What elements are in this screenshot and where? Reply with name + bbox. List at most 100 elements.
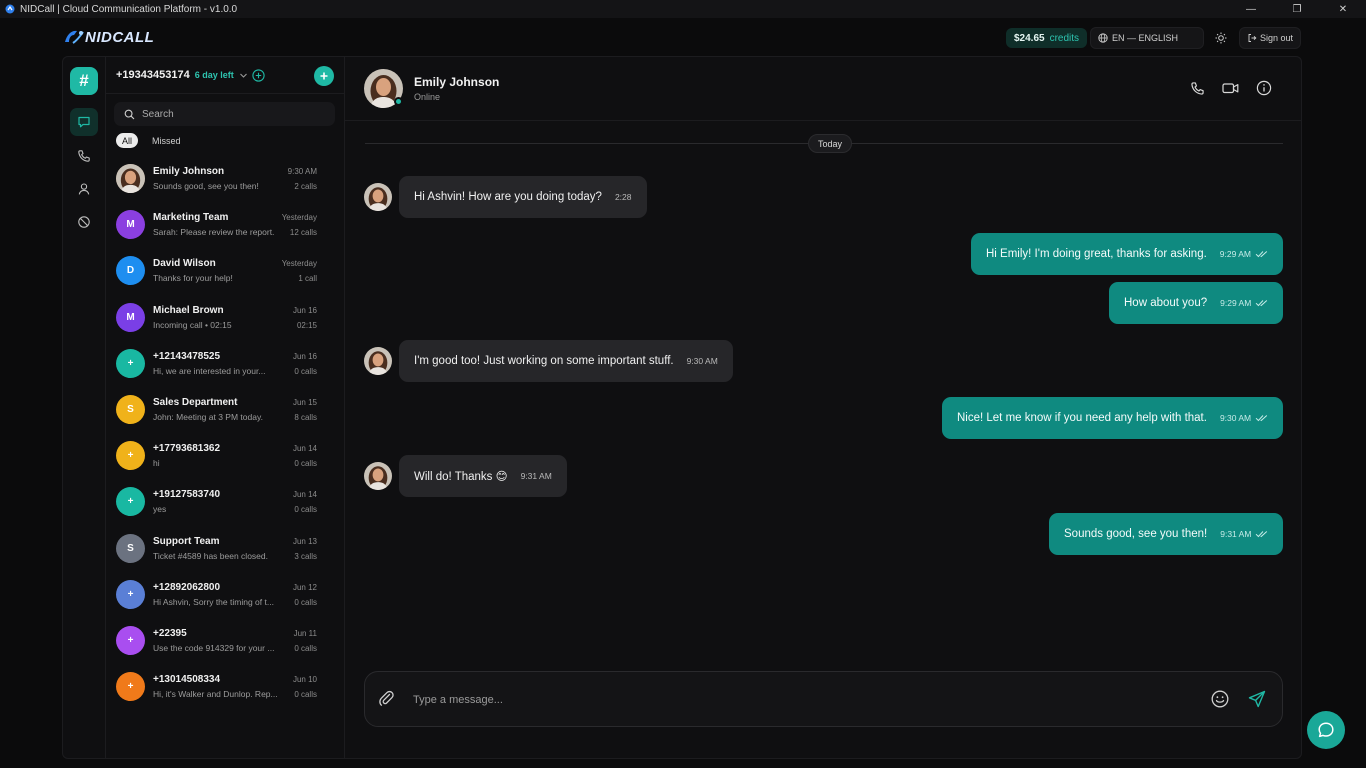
conversation-item[interactable]: + +19127583740 yes Jun 14 0 calls <box>106 480 345 526</box>
sign-out-button[interactable]: Sign out <box>1239 27 1301 49</box>
minimize-button[interactable]: — <box>1228 0 1274 18</box>
message-avatar <box>364 347 392 375</box>
account-number[interactable]: +19343453174 <box>116 69 190 81</box>
conversation-item[interactable]: + +17793681362 hi Jun 14 0 calls <box>106 434 345 480</box>
conversation-item[interactable]: S Sales Department John: Meeting at 3 PM t… <box>106 388 345 434</box>
conversation-name: +19127583740 <box>153 489 221 501</box>
avatar: D <box>116 256 145 286</box>
conversation-preview: Ticket #4589 has been closed. <box>153 550 268 561</box>
message-time: 9:30 AM <box>686 356 718 366</box>
message-composer <box>364 671 1283 727</box>
incoming-message: I'm good too! Just working on some impor… <box>399 340 733 382</box>
add-number-icon[interactable] <box>252 68 265 82</box>
credits-amount: $24.65 <box>1014 32 1045 44</box>
chevron-down-icon[interactable] <box>239 71 248 80</box>
avatar-initial: + <box>127 588 134 600</box>
phone-icon <box>78 150 90 162</box>
avatar: S <box>116 395 145 424</box>
conversation-item[interactable]: Emily Johnson Sounds good, see you then! 9… <box>106 157 345 203</box>
support-chat-button[interactable] <box>1307 711 1345 749</box>
conversation-count: 12 calls <box>289 228 317 238</box>
conversation-item[interactable]: M Marketing Team Sarah: Please review the … <box>106 203 345 249</box>
avatar: + <box>116 579 145 609</box>
message-text: How about you? <box>1124 297 1208 309</box>
nav-contacts[interactable] <box>70 175 98 203</box>
chat-panel: Emily Johnson Online Today Hi Ashvin! Ho… <box>345 57 1301 758</box>
conversation-count: 0 calls <box>294 459 317 469</box>
contact-info-button[interactable] <box>1253 77 1275 99</box>
close-button[interactable]: ✕ <box>1320 0 1366 18</box>
avatar-initial: + <box>127 635 134 646</box>
conversation-item[interactable]: M Michael Brown Incoming call • 02:15 Jun 1… <box>106 296 345 342</box>
conversation-item[interactable]: + +13014508334 Hi, it's Walker and Dunlop.… <box>106 665 345 711</box>
globe-icon <box>1098 33 1108 43</box>
avatar: S <box>116 533 145 563</box>
conversation-count: 0 calls <box>294 366 317 376</box>
user-icon <box>78 183 90 195</box>
maximize-button[interactable]: ❐ <box>1274 0 1320 18</box>
conversation-preview: Hi Ashvin, Sorry the timing of t... <box>153 596 274 607</box>
avatar: + <box>116 626 145 655</box>
send-icon[interactable] <box>1247 689 1267 709</box>
app-frame: # +19343453174 6 day left Al <box>62 56 1302 759</box>
new-conversation-button[interactable] <box>314 66 334 86</box>
video-icon <box>1221 83 1238 94</box>
video-call-button[interactable] <box>1219 77 1241 99</box>
outgoing-message: How about you? 9:29 AM <box>1109 282 1284 324</box>
conversation-name: +22395 <box>153 628 187 639</box>
logo: NIDCALL <box>63 28 154 46</box>
search-input[interactable] <box>142 108 322 120</box>
conversation-item[interactable]: + +12892062800 Hi Ashvin, Sorry the timing… <box>106 573 345 619</box>
conversation-item[interactable]: + +12143478525 Hi, we are interested in yo… <box>106 342 345 388</box>
outgoing-message: Hi Emily! I'm doing great, thanks for as… <box>971 233 1283 275</box>
emoji-icon[interactable] <box>1210 689 1230 709</box>
incoming-message: Hi Ashvin! How are you doing today? 2:28 <box>399 176 647 218</box>
nav-messages[interactable] <box>70 108 98 136</box>
conversation-item[interactable]: D David Wilson Thanks for your help! Yester… <box>106 249 345 295</box>
conversation-name: Marketing Team <box>153 212 229 224</box>
theme-toggle-button[interactable] <box>1210 27 1232 49</box>
conversation-panel: +19343453174 6 day left All Missed Emily… <box>106 57 345 758</box>
chat-header: Emily Johnson Online <box>345 57 1301 121</box>
block-icon <box>78 216 90 228</box>
brand-hash-button[interactable]: # <box>70 67 98 95</box>
message-input[interactable] <box>413 690 1173 710</box>
language-selector[interactable]: EN — ENGLISH <box>1090 27 1204 49</box>
date-divider-label: Today <box>808 134 853 153</box>
avatar-initial: + <box>127 681 134 693</box>
chat-bubble-icon <box>1318 722 1334 738</box>
conversation-preview: yes <box>153 504 167 515</box>
conversation-time: Jun 13 <box>292 536 317 546</box>
conversation-name: +17793681362 <box>153 443 221 455</box>
account-header: +19343453174 6 day left <box>106 57 345 94</box>
avatar-initial: D <box>126 265 135 277</box>
nav-calls[interactable] <box>70 142 98 170</box>
conversation-name: Support Team <box>153 535 220 547</box>
conversation-count: 1 call <box>298 274 317 284</box>
conversation-item[interactable]: + +22395 Use the code 914329 for your ... J… <box>106 619 345 665</box>
voice-call-button[interactable] <box>1186 77 1208 99</box>
conversation-name: Sales Department <box>153 397 238 408</box>
outgoing-message: Sounds good, see you then! 9:31 AM <box>1049 513 1284 555</box>
message-time: 9:31 AM <box>520 471 552 481</box>
message-time: 2:28 <box>614 192 632 202</box>
avatar-initial: S <box>127 404 134 415</box>
conversation-item[interactable]: S Support Team Ticket #4589 has been close… <box>106 527 345 573</box>
avatar: + <box>116 348 145 378</box>
outgoing-message: Nice! Let me know if you need any help w… <box>942 397 1284 439</box>
filter-missed[interactable]: Missed <box>146 133 187 148</box>
attachment-icon[interactable] <box>377 689 397 709</box>
read-receipt-icon <box>1255 299 1268 307</box>
conversation-preview: Sounds good, see you then! <box>153 181 259 191</box>
nav-blocked[interactable] <box>70 208 98 236</box>
search-box <box>114 102 335 126</box>
filter-all[interactable]: All <box>116 133 139 148</box>
credits-badge[interactable]: $24.65 credits <box>1006 28 1088 48</box>
message-avatar <box>364 183 392 211</box>
conversation-time: Yesterday <box>281 213 317 223</box>
avatar-initial: + <box>127 357 134 369</box>
message-text: Sounds good, see you then! <box>1064 528 1208 540</box>
conversation-count: 0 calls <box>294 505 317 515</box>
search-icon <box>124 109 135 119</box>
message-text: Hi Emily! I'm doing great, thanks for as… <box>986 248 1207 260</box>
